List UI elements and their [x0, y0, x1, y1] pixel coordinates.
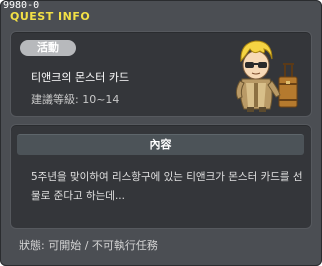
category-badge: 活動 — [20, 40, 76, 56]
quest-status: 狀態: 可開始 / 不可執行任務 — [19, 239, 158, 252]
quest-info-window: 9980-0 QUEST INFO 活動 티앤크의 몬스터 카드 建議等級: 1… — [0, 0, 322, 266]
quest-detail-panel: 內容 5주년을 맞이하여 리스항구에 있는 티앤크가 몬스터 카드를 선물로 준… — [10, 124, 312, 229]
suitcase-icon — [278, 63, 298, 108]
required-level: 建議等級: 10~14 — [31, 93, 120, 106]
quest-summary-panel: 活動 티앤크의 몬스터 카드 建議等級: 10~14 — [10, 31, 312, 117]
content-header: 內容 — [17, 134, 304, 155]
window-title: QUEST INFO — [10, 10, 91, 23]
quest-description: 5주년을 맞이하여 리스항구에 있는 티앤크가 몬스터 카드를 선물로 준다고 … — [31, 171, 303, 202]
npc-portrait — [235, 40, 298, 112]
quest-name: 티앤크의 몬스터 카드 — [31, 71, 130, 84]
